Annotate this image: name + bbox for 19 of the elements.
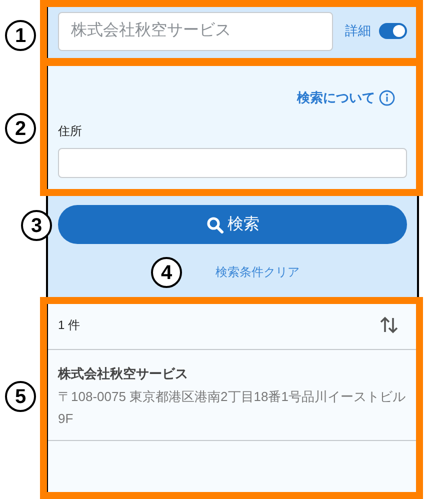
info-icon[interactable] bbox=[379, 90, 395, 106]
details-label: 詳細 bbox=[345, 22, 371, 40]
callout-number: 5 bbox=[5, 381, 36, 412]
search-button[interactable]: 検索 bbox=[58, 205, 407, 244]
search-icon bbox=[206, 216, 224, 234]
help-link[interactable]: 検索について bbox=[297, 88, 375, 108]
callout-number: 3 bbox=[21, 210, 52, 241]
sort-icon[interactable] bbox=[379, 316, 399, 334]
clear-conditions-link[interactable]: 検索条件クリア bbox=[216, 263, 300, 281]
company-name: 株式会社秋空サービス bbox=[58, 365, 188, 383]
address-field[interactable] bbox=[58, 148, 407, 178]
callout-number: 1 bbox=[5, 20, 36, 51]
company-address: 〒108-0075 東京都港区港南2丁目18番1号品川イーストビル9F bbox=[58, 388, 406, 428]
address-label: 住所 bbox=[58, 122, 82, 140]
result-count: 1 件 bbox=[58, 316, 80, 334]
name-search-field[interactable]: 株式会社秋空サービス bbox=[58, 12, 333, 50]
details-toggle[interactable] bbox=[379, 23, 407, 39]
result-item[interactable]: 株式会社秋空サービス 〒108-0075 東京都港区港南2丁目18番1号品川イーストビル9F bbox=[48, 350, 417, 440]
callout-number: 2 bbox=[5, 113, 36, 144]
